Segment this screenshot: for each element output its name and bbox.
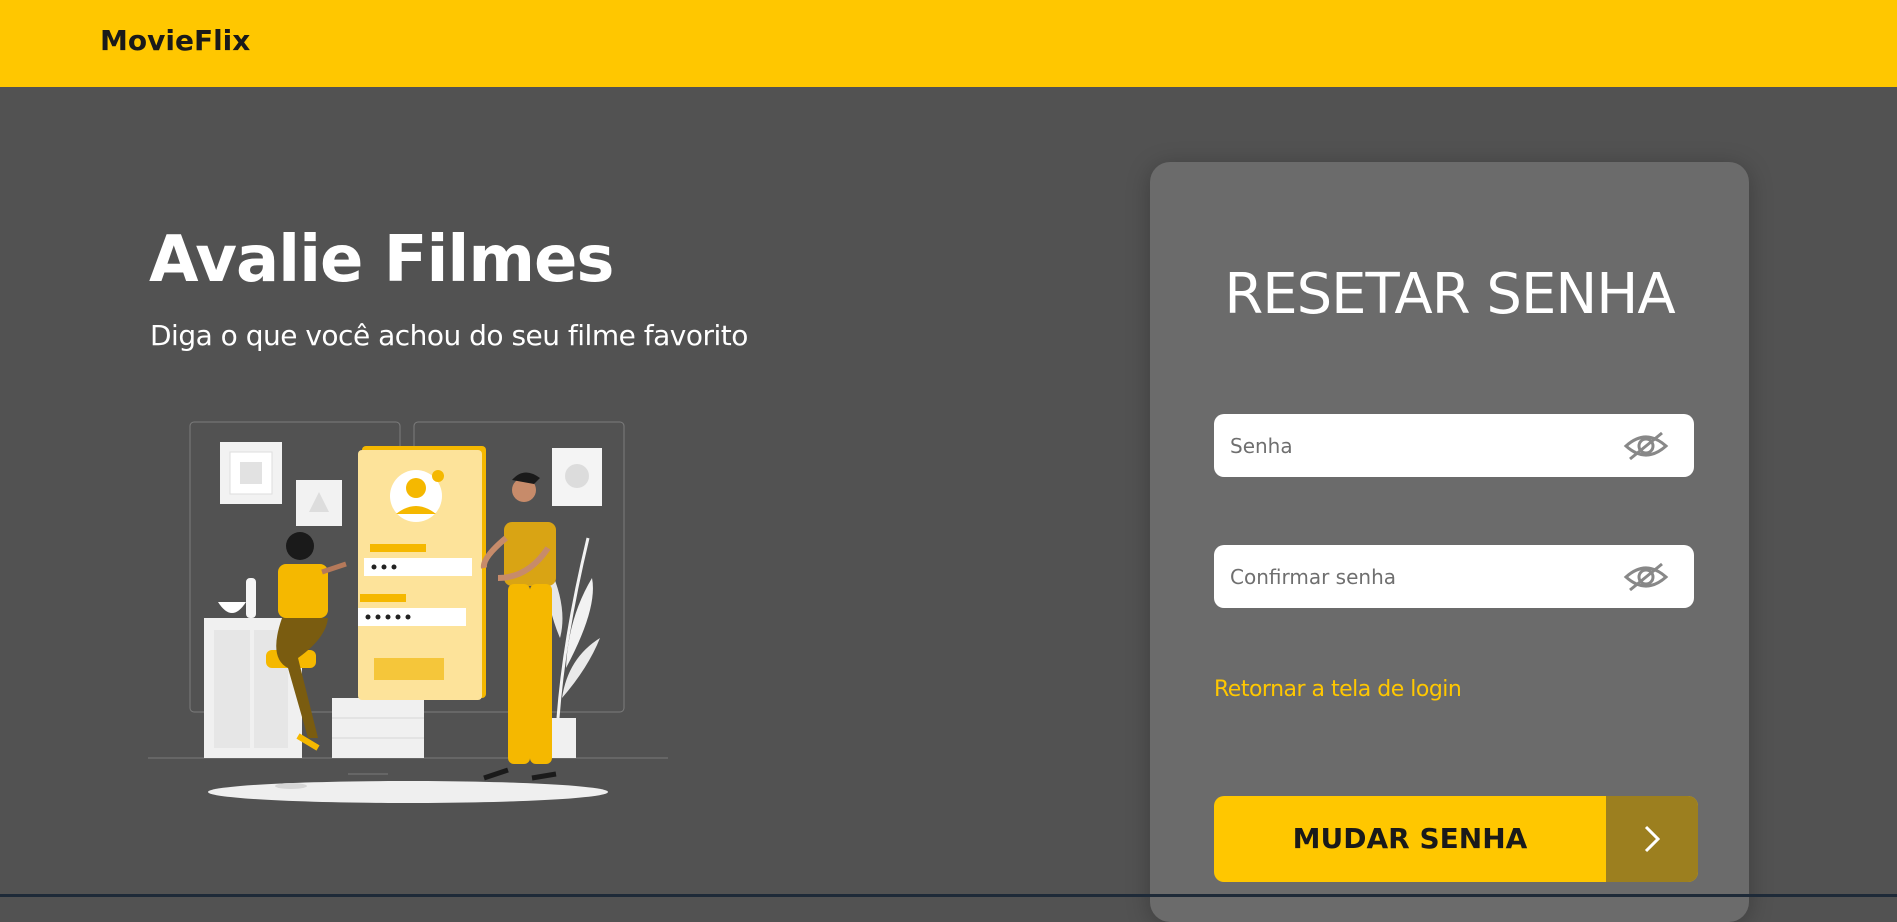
password-input[interactable] xyxy=(1230,414,1610,477)
confirm-password-input[interactable] xyxy=(1230,545,1610,608)
submit-arrow-segment xyxy=(1606,796,1698,882)
confirm-password-field xyxy=(1214,545,1694,608)
eye-slash-icon[interactable] xyxy=(1622,560,1670,594)
back-to-login-link[interactable]: Retornar a tela de login xyxy=(1214,677,1462,702)
password-field xyxy=(1214,414,1694,477)
eye-slash-icon[interactable] xyxy=(1622,429,1670,463)
navbar: MovieFlix xyxy=(0,0,1897,87)
chevron-right-icon xyxy=(1644,825,1661,853)
change-password-button[interactable]: MUDAR SENHA xyxy=(1214,796,1698,882)
login-form-illustration xyxy=(148,421,668,803)
brand-logo[interactable]: MovieFlix xyxy=(100,24,250,57)
hero-title: Avalie Filmes xyxy=(149,223,614,297)
change-password-label: MUDAR SENHA xyxy=(1292,822,1528,855)
reset-card-title: RESETAR SENHA xyxy=(1224,262,1675,327)
hero-subtitle: Diga o que você achou do seu filme favor… xyxy=(150,319,748,352)
